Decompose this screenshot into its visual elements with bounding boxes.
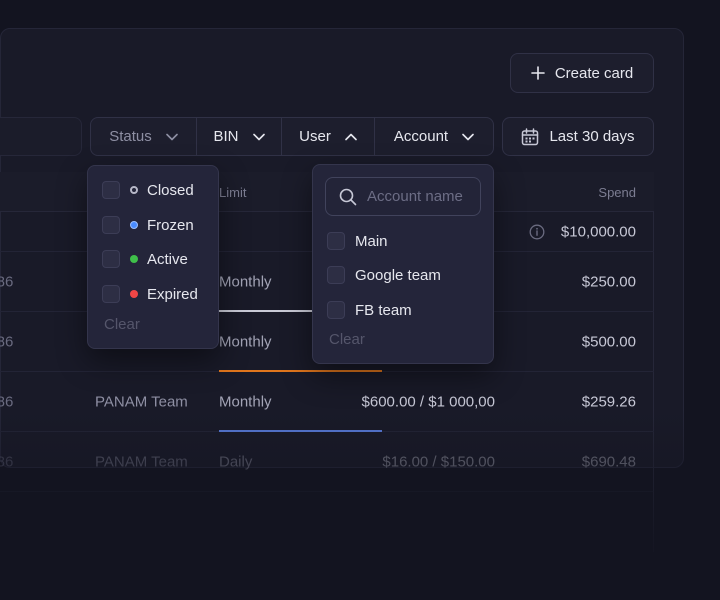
status-dropdown: Closed Frozen Active Expired Clear — [87, 165, 219, 349]
status-option-closed[interactable]: Closed — [102, 180, 194, 200]
search-filter-field[interactable] — [0, 117, 82, 156]
filter-account[interactable]: Account — [375, 118, 493, 155]
chevron-up-icon — [345, 133, 357, 140]
account-option-label: Google team — [355, 266, 441, 284]
cell-period: Monthly — [219, 333, 272, 350]
cell-period: Monthly — [219, 273, 272, 290]
status-clear-button[interactable]: Clear — [104, 316, 140, 333]
checkbox[interactable] — [102, 216, 120, 234]
date-range-label: Last 30 days — [549, 128, 635, 145]
status-option-label: Expired — [147, 285, 198, 303]
cell-card-id: 4786 — [0, 453, 14, 470]
filter-status-label: Status — [109, 128, 152, 145]
checkbox[interactable] — [327, 301, 345, 319]
account-option-main[interactable]: Main — [327, 231, 388, 251]
filter-bin-label: BIN — [213, 128, 239, 145]
account-option-label: FB team — [355, 301, 412, 319]
status-option-label: Closed — [147, 181, 194, 199]
cell-limit-amount: $600.00 / $1 000,00 — [361, 393, 495, 410]
header-limit: Limit — [219, 185, 247, 200]
status-dot-icon — [130, 290, 138, 298]
status-option-frozen[interactable]: Frozen — [102, 215, 194, 235]
table-row[interactable]: 4786 PANAM Team Monthly $600.00 / $1 000… — [0, 372, 654, 432]
status-dot-icon — [130, 255, 138, 263]
calendar-icon — [522, 127, 539, 145]
account-search-input[interactable] — [367, 188, 477, 205]
cell-period: Daily — [219, 453, 253, 470]
cell-team: PANAM Team — [95, 393, 188, 410]
account-dropdown: Main Google team FB team Clear — [312, 164, 494, 364]
chevron-down-icon — [165, 133, 178, 140]
cell-card-id: 4786 — [0, 393, 14, 410]
search-icon — [339, 188, 357, 205]
account-search-field[interactable] — [325, 177, 481, 216]
info-icon[interactable] — [529, 224, 545, 240]
checkbox[interactable] — [102, 285, 120, 303]
status-option-active[interactable]: Active — [102, 249, 188, 269]
cell-team: PANAM Team — [95, 453, 188, 470]
filter-bar: Status BIN User Account — [90, 117, 494, 156]
account-clear-button[interactable]: Clear — [329, 331, 365, 348]
status-option-label: Frozen — [147, 216, 194, 234]
checkbox[interactable] — [102, 250, 120, 268]
filter-account-label: Account — [393, 128, 449, 145]
filter-user[interactable]: User — [282, 118, 375, 155]
date-range-button[interactable]: Last 30 days — [502, 117, 654, 156]
status-option-expired[interactable]: Expired — [102, 284, 198, 304]
status-option-label: Active — [147, 250, 188, 268]
account-option-google-team[interactable]: Google team — [327, 265, 441, 285]
cell-card-id: 4786 — [0, 333, 14, 350]
cell-spend: $500.00 — [581, 333, 636, 350]
header-spend: Spend — [598, 185, 636, 200]
chevron-down-icon — [462, 133, 474, 140]
cell-spend: $690.48 — [581, 453, 636, 470]
cell-limit-amount: $16.00 / $150.00 — [382, 453, 495, 470]
plus-icon — [531, 66, 545, 80]
checkbox[interactable] — [327, 266, 345, 284]
cell-period: Monthly — [219, 393, 272, 410]
cell-card-id: 4786 — [0, 273, 14, 290]
filter-user-label: User — [299, 128, 331, 145]
chevron-down-icon — [252, 133, 265, 140]
account-option-label: Main — [355, 232, 388, 250]
filter-bin[interactable]: BIN — [197, 118, 282, 155]
status-dot-icon — [130, 186, 138, 194]
filter-status[interactable]: Status — [91, 118, 197, 155]
create-card-button[interactable]: Create card — [510, 53, 654, 93]
checkbox[interactable] — [102, 181, 120, 199]
cell-spend: $259.26 — [581, 393, 636, 410]
account-option-fb-team[interactable]: FB team — [327, 300, 412, 320]
cell-spend: $10,000.00 — [560, 223, 636, 240]
checkbox[interactable] — [327, 232, 345, 250]
status-dot-icon — [130, 221, 138, 229]
cell-spend: $250.00 — [581, 273, 636, 290]
create-card-label: Create card — [554, 64, 634, 82]
table-row[interactable]: 4786 PANAM Team Daily $16.00 / $150.00 $… — [0, 432, 654, 492]
